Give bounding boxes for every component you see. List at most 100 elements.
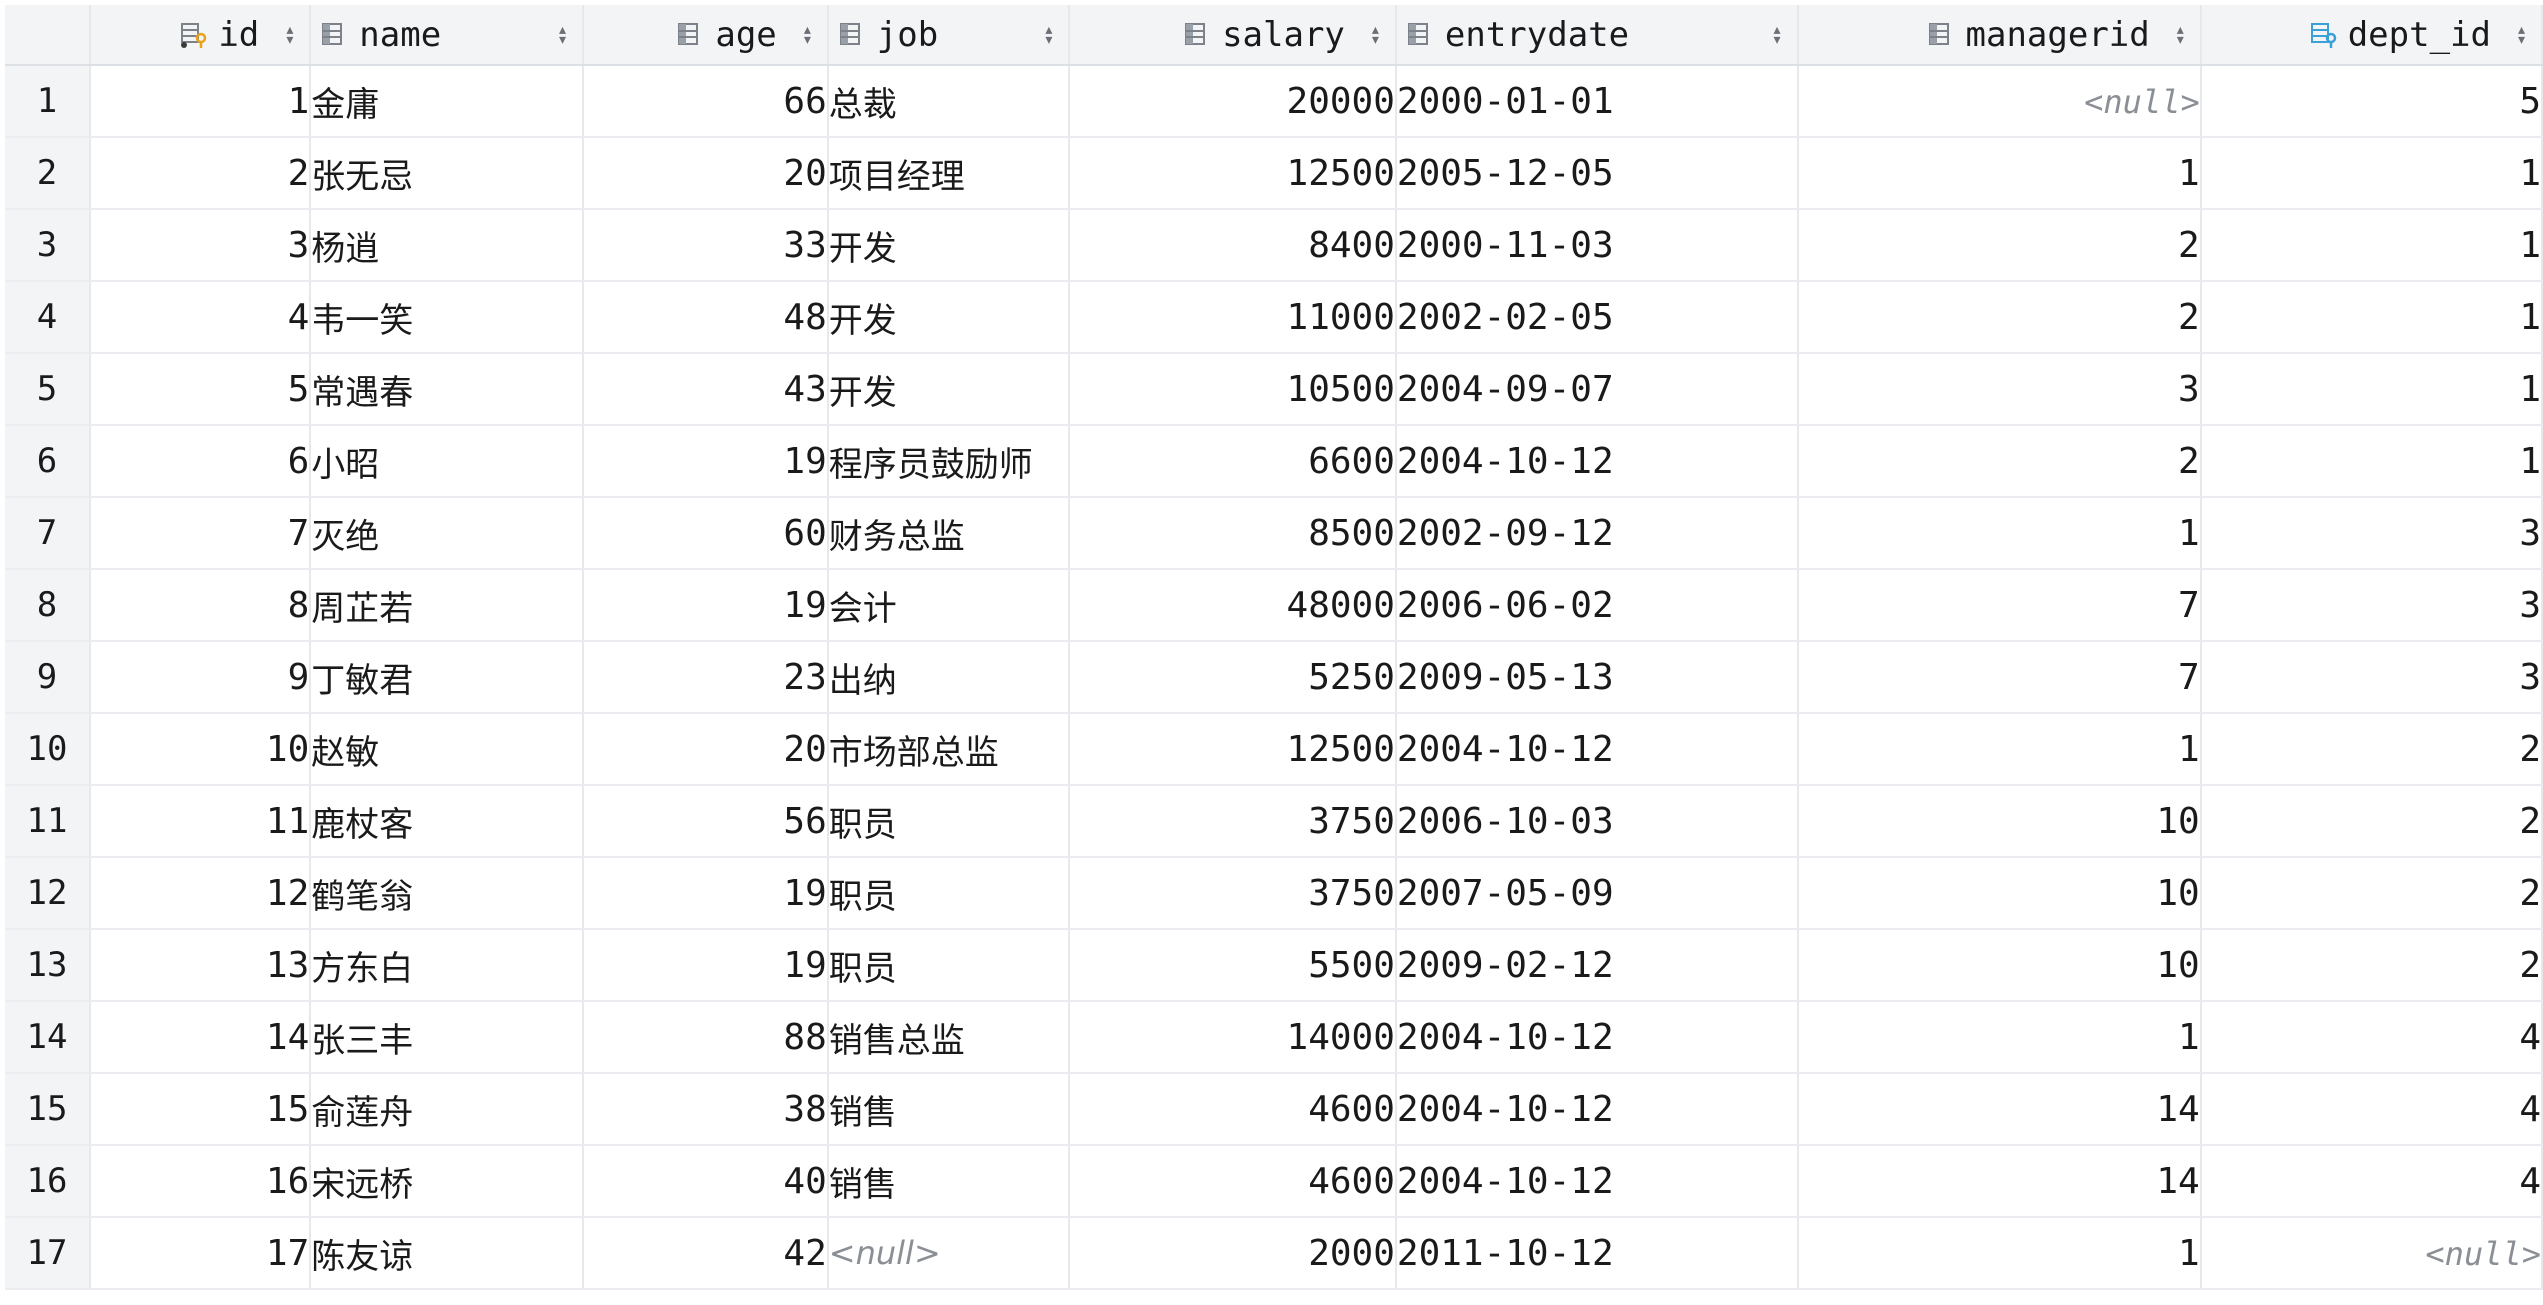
cell-dept-id[interactable]: 2 bbox=[2200, 929, 2543, 1002]
cell-name[interactable]: 金庸 bbox=[310, 65, 584, 138]
cell-dept-id[interactable]: 1 bbox=[2200, 281, 2543, 354]
table-row[interactable]: 12 12 鹤笔翁 19 职员 3750 2007-05-09 10 2 bbox=[5, 857, 2543, 930]
cell-salary[interactable]: 4600 bbox=[1069, 1073, 1397, 1146]
cell-dept-id[interactable]: 3 bbox=[2200, 569, 2543, 642]
cell-id[interactable]: 13 bbox=[89, 929, 312, 1002]
sort-icon[interactable]: ▴ ▾ bbox=[802, 20, 813, 48]
row-number[interactable]: 5 bbox=[5, 353, 91, 426]
row-number-header[interactable] bbox=[5, 5, 91, 66]
cell-entrydate[interactable]: 2004-09-07 bbox=[1395, 353, 1799, 426]
cell-dept-id[interactable]: 1 bbox=[2200, 353, 2543, 426]
cell-managerid[interactable]: 1 bbox=[1797, 137, 2202, 210]
row-number[interactable]: 7 bbox=[5, 497, 91, 570]
cell-salary[interactable]: 5250 bbox=[1069, 641, 1397, 714]
row-number[interactable]: 8 bbox=[5, 569, 91, 642]
cell-id[interactable]: 16 bbox=[89, 1145, 312, 1218]
cell-dept-id[interactable]: 2 bbox=[2200, 785, 2543, 858]
cell-entrydate[interactable]: 2009-02-12 bbox=[1395, 929, 1799, 1002]
table-row[interactable]: 5 5 常遇春 43 开发 10500 2004-09-07 3 1 bbox=[5, 353, 2543, 426]
cell-job[interactable]: 市场部总监 bbox=[827, 713, 1071, 786]
table-row[interactable]: 9 9 丁敏君 23 出纳 5250 2009-05-13 7 3 bbox=[5, 641, 2543, 714]
cell-entrydate[interactable]: 2006-06-02 bbox=[1395, 569, 1799, 642]
cell-dept-id[interactable]: 4 bbox=[2200, 1145, 2543, 1218]
cell-id[interactable]: 1 bbox=[89, 65, 312, 138]
cell-salary[interactable]: 12500 bbox=[1069, 713, 1397, 786]
column-header-id[interactable]: id ▴ ▾ bbox=[89, 5, 312, 66]
column-header-dept-id[interactable]: dept_id ▴ ▾ bbox=[2200, 5, 2543, 66]
cell-id[interactable]: 7 bbox=[89, 497, 312, 570]
cell-managerid[interactable]: 3 bbox=[1797, 353, 2202, 426]
cell-name[interactable]: 陈友谅 bbox=[310, 1217, 584, 1290]
table-row[interactable]: 16 16 宋远桥 40 销售 4600 2004-10-12 14 4 bbox=[5, 1145, 2543, 1218]
cell-id[interactable]: 2 bbox=[89, 137, 312, 210]
cell-name[interactable]: 张三丰 bbox=[310, 1001, 584, 1074]
cell-dept-id[interactable]: 3 bbox=[2200, 641, 2543, 714]
column-header-entrydate[interactable]: entrydate ▴ ▾ bbox=[1395, 5, 1799, 66]
table-row[interactable]: 8 8 周芷若 19 会计 48000 2006-06-02 7 3 bbox=[5, 569, 2543, 642]
cell-entrydate[interactable]: 2004-10-12 bbox=[1395, 1073, 1799, 1146]
cell-job[interactable]: 开发 bbox=[827, 281, 1071, 354]
cell-salary[interactable]: 14000 bbox=[1069, 1001, 1397, 1074]
sort-icon[interactable]: ▴ ▾ bbox=[2516, 20, 2527, 48]
column-header-job[interactable]: job ▴ ▾ bbox=[827, 5, 1071, 66]
row-number[interactable]: 16 bbox=[5, 1145, 91, 1218]
table-row[interactable]: 2 2 张无忌 20 项目经理 12500 2005-12-05 1 1 bbox=[5, 137, 2543, 210]
cell-age[interactable]: 43 bbox=[582, 353, 829, 426]
cell-salary[interactable]: 10500 bbox=[1069, 353, 1397, 426]
table-row[interactable]: 1 1 金庸 66 总裁 20000 2000-01-01 <null> 5 bbox=[5, 65, 2543, 138]
cell-entrydate[interactable]: 2009-05-13 bbox=[1395, 641, 1799, 714]
cell-entrydate[interactable]: 2004-10-12 bbox=[1395, 425, 1799, 498]
sort-icon[interactable]: ▴ ▾ bbox=[284, 20, 295, 48]
table-row[interactable]: 15 15 俞莲舟 38 销售 4600 2004-10-12 14 4 bbox=[5, 1073, 2543, 1146]
cell-salary[interactable]: 20000 bbox=[1069, 65, 1397, 138]
cell-job[interactable]: 出纳 bbox=[827, 641, 1071, 714]
cell-salary[interactable]: 3750 bbox=[1069, 785, 1397, 858]
cell-dept-id[interactable]: 4 bbox=[2200, 1073, 2543, 1146]
table-row[interactable]: 13 13 方东白 19 职员 5500 2009-02-12 10 2 bbox=[5, 929, 2543, 1002]
cell-name[interactable]: 鹤笔翁 bbox=[310, 857, 584, 930]
cell-dept-id[interactable]: 1 bbox=[2200, 425, 2543, 498]
cell-name[interactable]: 小昭 bbox=[310, 425, 584, 498]
cell-managerid[interactable]: <null> bbox=[1797, 65, 2202, 138]
cell-id[interactable]: 10 bbox=[89, 713, 312, 786]
table-row[interactable]: 17 17 陈友谅 42 <null> 2000 2011-10-12 1 <null> bbox=[5, 1217, 2543, 1290]
cell-salary[interactable]: 11000 bbox=[1069, 281, 1397, 354]
cell-entrydate[interactable]: 2011-10-12 bbox=[1395, 1217, 1799, 1290]
cell-id[interactable]: 17 bbox=[89, 1217, 312, 1290]
row-number[interactable]: 3 bbox=[5, 209, 91, 282]
cell-managerid[interactable]: 10 bbox=[1797, 785, 2202, 858]
cell-age[interactable]: 48 bbox=[582, 281, 829, 354]
cell-job[interactable]: 程序员鼓励师 bbox=[827, 425, 1071, 498]
cell-name[interactable]: 周芷若 bbox=[310, 569, 584, 642]
row-number[interactable]: 13 bbox=[5, 929, 91, 1002]
cell-salary[interactable]: 12500 bbox=[1069, 137, 1397, 210]
cell-age[interactable]: 42 bbox=[582, 1217, 829, 1290]
sort-icon[interactable]: ▴ ▾ bbox=[1044, 20, 1055, 48]
cell-id[interactable]: 6 bbox=[89, 425, 312, 498]
cell-job[interactable]: 销售 bbox=[827, 1073, 1071, 1146]
row-number[interactable]: 12 bbox=[5, 857, 91, 930]
cell-id[interactable]: 9 bbox=[89, 641, 312, 714]
column-header-age[interactable]: age ▴ ▾ bbox=[582, 5, 829, 66]
cell-managerid[interactable]: 2 bbox=[1797, 209, 2202, 282]
cell-name[interactable]: 灭绝 bbox=[310, 497, 584, 570]
cell-salary[interactable]: 4600 bbox=[1069, 1145, 1397, 1218]
cell-age[interactable]: 56 bbox=[582, 785, 829, 858]
cell-entrydate[interactable]: 2000-01-01 bbox=[1395, 65, 1799, 138]
cell-managerid[interactable]: 2 bbox=[1797, 425, 2202, 498]
cell-entrydate[interactable]: 2004-10-12 bbox=[1395, 713, 1799, 786]
cell-salary[interactable]: 6600 bbox=[1069, 425, 1397, 498]
cell-dept-id[interactable]: <null> bbox=[2200, 1217, 2543, 1290]
cell-name[interactable]: 俞莲舟 bbox=[310, 1073, 584, 1146]
cell-name[interactable]: 常遇春 bbox=[310, 353, 584, 426]
cell-job[interactable]: 项目经理 bbox=[827, 137, 1071, 210]
row-number[interactable]: 9 bbox=[5, 641, 91, 714]
cell-dept-id[interactable]: 1 bbox=[2200, 137, 2543, 210]
cell-managerid[interactable]: 2 bbox=[1797, 281, 2202, 354]
sort-icon[interactable]: ▴ ▾ bbox=[2175, 20, 2186, 48]
cell-entrydate[interactable]: 2002-09-12 bbox=[1395, 497, 1799, 570]
cell-id[interactable]: 11 bbox=[89, 785, 312, 858]
cell-id[interactable]: 8 bbox=[89, 569, 312, 642]
cell-id[interactable]: 3 bbox=[89, 209, 312, 282]
table-row[interactable]: 4 4 韦一笑 48 开发 11000 2002-02-05 2 1 bbox=[5, 281, 2543, 354]
